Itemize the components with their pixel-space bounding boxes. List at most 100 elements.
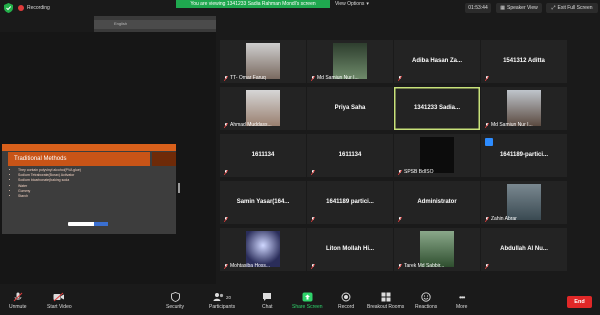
participant-label: SPSB BdISO (397, 169, 433, 175)
microphone-muted-icon (485, 76, 489, 81)
slide-bullet: Starch (18, 194, 81, 199)
microphone-muted-icon (311, 217, 315, 222)
participant-tile[interactable]: 1611134 (307, 134, 393, 177)
record-button[interactable]: Record (338, 292, 354, 310)
unmute-button[interactable]: Unmute (9, 292, 27, 310)
recording-indicator[interactable]: Recording (18, 3, 50, 13)
speaker-view-icon: ▦ (500, 5, 505, 11)
participant-tile[interactable]: 1641189 partici... (307, 181, 393, 224)
exit-fullscreen-icon: ⤢ (551, 5, 556, 11)
participant-name: Mohtasiba Hoss... (230, 263, 271, 269)
participant-tile[interactable]: Liton Mollah Hi... (307, 228, 393, 271)
view-options-button[interactable]: View Options ▾ (335, 1, 369, 7)
record-icon (341, 292, 351, 302)
participant-tile[interactable]: 1341233 Sadia... (394, 87, 480, 130)
participant-label: Md Samiun Nur I... (484, 122, 533, 128)
breakout-rooms-label: Breakout Rooms (367, 304, 405, 310)
participant-name: 1341233 Sadia... (413, 105, 461, 111)
participant-name: Zahin Abrar (491, 216, 517, 222)
participant-name: Adiba Hasan Za... (411, 58, 462, 64)
slide-search-button (94, 222, 108, 226)
more-button[interactable]: ••• More (456, 292, 467, 311)
participant-video-image (420, 231, 454, 267)
shared-app-toolbar: English (94, 16, 216, 32)
participant-tile[interactable]: Priya Saha (307, 87, 393, 130)
participant-tile[interactable]: 1541312 Aditta (481, 40, 567, 83)
chevron-down-icon: ▾ (366, 1, 369, 7)
record-label: Record (338, 304, 355, 310)
slide-search-bar (68, 222, 108, 226)
speaker-view-button[interactable]: ▦ Speaker View (496, 3, 542, 13)
microphone-muted-icon (398, 76, 402, 81)
participant-tile[interactable]: 1611134 (220, 134, 306, 177)
participant-tile[interactable]: SPSB BdISO (394, 134, 480, 177)
exit-fullscreen-button[interactable]: ⤢ Exit Full Screen (546, 3, 598, 13)
microphone-muted-icon (397, 263, 403, 269)
participant-name: Md Samiun Nur I... (491, 122, 533, 128)
viewing-screen-banner: You are viewing 1341233 Sadia Rahman Mon… (176, 0, 330, 8)
participant-name: Priya Saha (334, 105, 366, 111)
reactions-button[interactable]: Reactions (415, 292, 437, 310)
participant-name: 1641189-partici... (499, 152, 549, 158)
participant-tile[interactable]: Tarek Md Sabbir... (394, 228, 480, 271)
participant-tile[interactable]: Zahin Abrar (481, 181, 567, 224)
microphone-muted-icon (484, 216, 490, 222)
microphone-muted-icon (311, 264, 315, 269)
chat-label: Chat (262, 304, 273, 310)
participant-tile[interactable]: Md Samiun Nur I... (307, 40, 393, 83)
participant-tile[interactable]: Md Samiun Nur I... (481, 87, 567, 130)
shared-screen-area[interactable]: Traditional Methods They contain polyvin… (0, 32, 216, 284)
microphone-muted-icon (310, 75, 316, 81)
microphone-muted-icon (485, 264, 489, 269)
participant-tile[interactable]: Samin Yasar(164... (220, 181, 306, 224)
security-shield-icon (170, 292, 180, 302)
participant-name: 1611134 (338, 152, 362, 158)
start-video-button[interactable]: Start Video (47, 292, 72, 310)
participant-tile[interactable]: Ahmad Muddass... (220, 87, 306, 130)
microphone-muted-icon (398, 217, 402, 222)
participant-video-image (507, 184, 541, 220)
participant-tile[interactable]: 1641189-partici... (481, 134, 567, 177)
meeting-toolbar: Unmute Start Video Security 20 Participa… (0, 284, 600, 315)
participant-tile[interactable]: Mohtasiba Hoss... (220, 228, 306, 271)
unmute-label: Unmute (9, 304, 27, 310)
participant-label: Md Samiun Nur I... (310, 75, 359, 81)
participant-tile[interactable]: Adiba Hasan Za... (394, 40, 480, 83)
participant-status-icon (485, 138, 493, 146)
participant-tile[interactable]: TT- Omar Faruq (220, 40, 306, 83)
shared-screen-scrollbar[interactable] (178, 183, 180, 193)
participant-label: Zahin Abrar (484, 216, 517, 222)
more-dots-icon: ••• (459, 292, 465, 302)
recording-dot-icon (18, 5, 24, 11)
participants-count: 20 (226, 294, 232, 300)
participant-name: Liton Mollah Hi... (326, 246, 374, 252)
breakout-rooms-button[interactable]: Breakout Rooms (367, 292, 404, 310)
security-button[interactable]: Security (166, 292, 184, 310)
participant-tile[interactable]: Abdullah Al Nu... (481, 228, 567, 271)
participant-video-image (333, 43, 367, 79)
reactions-label: Reactions (415, 304, 438, 310)
participants-label: Participants (209, 304, 236, 310)
participant-name: Abdullah Al Nu... (500, 246, 548, 252)
participant-video-image (420, 137, 454, 173)
encryption-shield-icon[interactable] (4, 3, 13, 13)
recording-label: Recording (27, 5, 50, 11)
chat-button[interactable]: Chat (262, 292, 273, 310)
participants-button[interactable]: 20 Participants (209, 292, 235, 310)
participants-icon: 20 (213, 292, 231, 302)
slide-accent-block (152, 152, 176, 166)
end-meeting-button[interactable]: End (567, 296, 592, 308)
participant-video-image (507, 90, 541, 126)
participant-label: TT- Omar Faruq (223, 75, 266, 81)
presentation-slide: Traditional Methods They contain polyvin… (2, 144, 176, 234)
start-video-label: Start Video (47, 304, 72, 310)
share-screen-button[interactable]: Share Screen (292, 292, 323, 310)
breakout-rooms-icon (381, 292, 391, 302)
smiley-icon (421, 292, 431, 302)
participant-name: Tarek Md Sabbir... (404, 263, 445, 269)
participant-tile[interactable]: Administrator (394, 181, 480, 224)
microphone-muted-icon (484, 122, 490, 128)
meeting-timer: 01:53:44 (465, 3, 491, 13)
video-off-icon (53, 292, 65, 302)
participant-label: Ahmad Muddass... (223, 122, 272, 128)
